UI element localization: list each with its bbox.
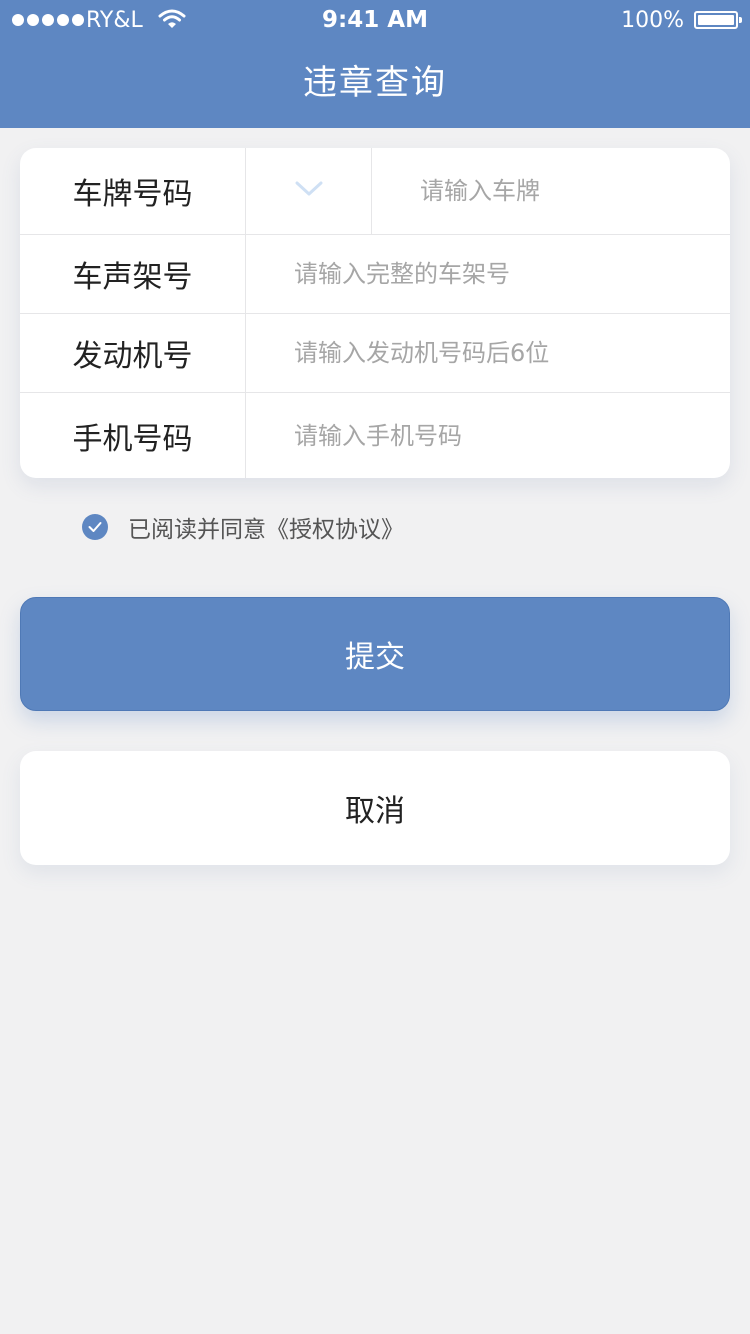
vin-input[interactable] bbox=[246, 235, 730, 313]
plate-label: 车牌号码 bbox=[20, 148, 246, 234]
page: RY&L 9:41 AM 100% 违章查询 车牌号码 请输入车牌 车声架号 请… bbox=[0, 0, 750, 1334]
cancel-button[interactable]: 取消 bbox=[20, 751, 730, 865]
battery-percentage: 100% bbox=[621, 8, 684, 33]
phone-row: 手机号码 bbox=[20, 393, 730, 478]
engine-row: 发动机号 bbox=[20, 314, 730, 393]
phone-label: 手机号码 bbox=[20, 393, 246, 478]
phone-field bbox=[246, 393, 730, 478]
status-bar: RY&L 9:41 AM 100% bbox=[0, 0, 750, 40]
page-title: 违章查询 bbox=[303, 63, 447, 103]
vin-field bbox=[246, 235, 730, 313]
plate-row: 车牌号码 bbox=[20, 148, 730, 235]
engine-input[interactable] bbox=[246, 314, 730, 392]
plate-input-wrap bbox=[372, 148, 730, 234]
vin-row: 车声架号 bbox=[20, 235, 730, 314]
battery-fill bbox=[698, 15, 734, 25]
header: RY&L 9:41 AM 100% 违章查询 bbox=[0, 0, 750, 128]
vin-label: 车声架号 bbox=[20, 235, 246, 313]
check-icon bbox=[88, 518, 102, 537]
query-form: 车牌号码 车声架号 发动机号 bbox=[20, 148, 730, 478]
submit-button[interactable]: 提交 bbox=[20, 597, 730, 711]
chevron-down-icon bbox=[295, 181, 323, 201]
agreement-text[interactable]: 已阅读并同意《授权协议》 bbox=[128, 510, 404, 544]
agreement-checkbox[interactable] bbox=[82, 514, 108, 540]
agreement: 已阅读并同意《授权协议》 bbox=[82, 510, 404, 544]
plate-input[interactable] bbox=[372, 148, 730, 234]
engine-field bbox=[246, 314, 730, 392]
engine-label: 发动机号 bbox=[20, 314, 246, 392]
phone-input[interactable] bbox=[246, 393, 730, 478]
plate-province-select[interactable] bbox=[246, 148, 372, 234]
battery-icon bbox=[694, 11, 742, 29]
plate-field bbox=[246, 148, 730, 234]
